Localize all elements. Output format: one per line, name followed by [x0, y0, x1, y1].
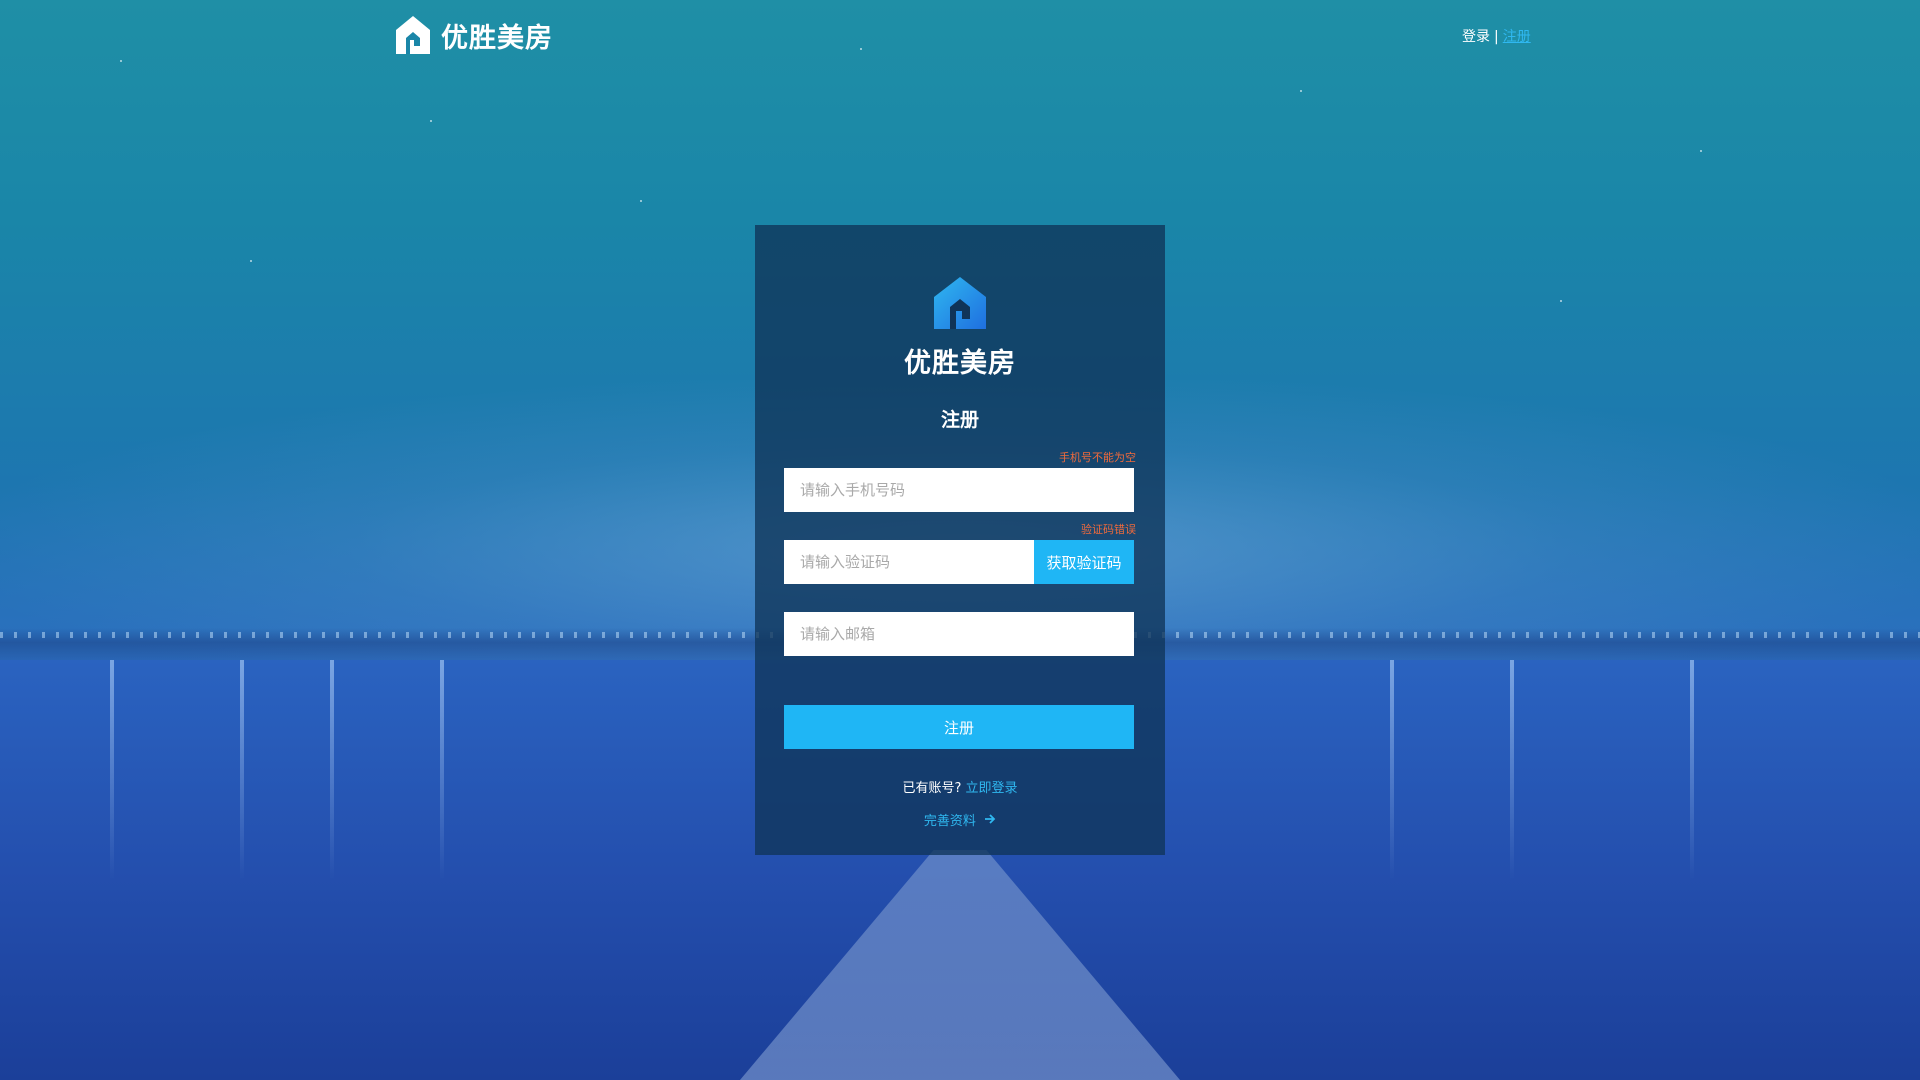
light-reflection: [110, 660, 114, 880]
have-account-row: 已有账号? 立即登录: [755, 777, 1165, 796]
card-logo: 优胜美房: [755, 275, 1165, 380]
register-submit-button[interactable]: 注册: [784, 705, 1134, 749]
star: [1700, 150, 1702, 152]
light-reflection: [1510, 660, 1514, 880]
star: [120, 60, 122, 62]
complete-profile-link[interactable]: 完善资料: [755, 810, 1165, 829]
house-logo-icon: [934, 277, 986, 329]
phone-input[interactable]: [784, 468, 1134, 512]
form-title: 注册: [940, 409, 979, 431]
have-account-text: 已有账号?: [902, 781, 962, 796]
light-reflection: [440, 660, 444, 880]
top-auth-links: 登录 | 注册: [1462, 26, 1531, 46]
link-separator: |: [1494, 29, 1499, 45]
code-error: 验证码错误: [1081, 523, 1136, 536]
light-reflection: [1690, 660, 1694, 880]
login-now-link[interactable]: 立即登录: [965, 781, 1017, 796]
star: [1300, 90, 1302, 92]
register-card: 优胜美房 注册 手机号不能为空 验证码错误 获取验证码 注册 已有账号?立即登录…: [755, 225, 1165, 855]
star: [860, 48, 862, 50]
star: [250, 260, 252, 262]
brand-name: 优胜美房: [441, 22, 553, 54]
arrow-right-icon: [985, 814, 996, 824]
verification-code-input[interactable]: [784, 540, 1034, 584]
login-link[interactable]: 登录: [1462, 29, 1490, 45]
light-reflection: [330, 660, 334, 880]
card-brand-name: 优胜美房: [904, 348, 1016, 379]
light-reflection: [1390, 660, 1394, 880]
house-logo-icon: [396, 16, 430, 54]
complete-profile-label: 完善资料: [923, 814, 976, 829]
star: [430, 120, 432, 122]
star: [640, 200, 642, 202]
phone-error: 手机号不能为空: [1059, 451, 1136, 464]
get-code-button[interactable]: 获取验证码: [1034, 540, 1134, 584]
star: [1560, 300, 1562, 302]
email-input[interactable]: [784, 612, 1134, 656]
register-link[interactable]: 注册: [1503, 29, 1531, 45]
header-logo[interactable]: 优胜美房: [392, 14, 553, 56]
light-reflection: [240, 660, 244, 880]
